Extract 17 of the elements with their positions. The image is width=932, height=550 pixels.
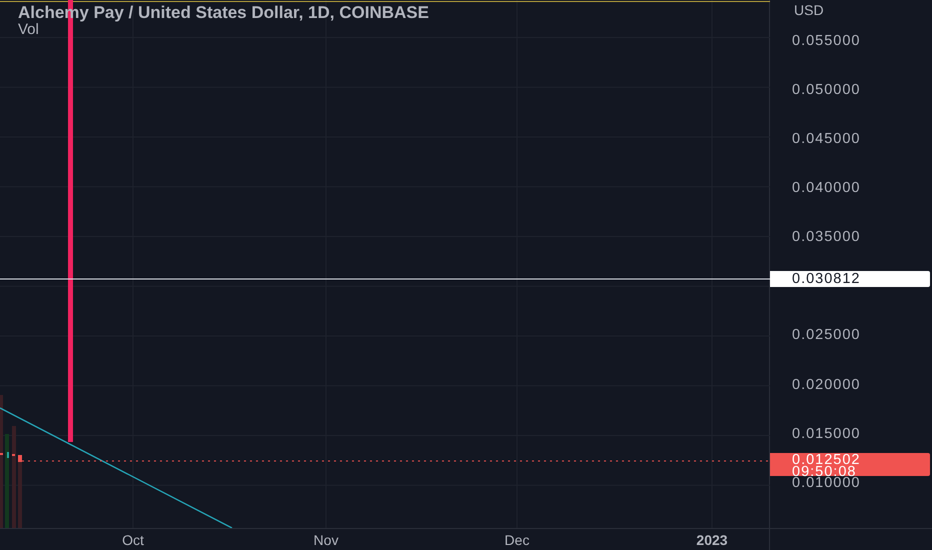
price-label: 0.040000: [792, 180, 860, 196]
price-label: 0.015000: [792, 426, 860, 442]
price-label: 0.055000: [792, 32, 860, 49]
time-label: Dec: [504, 532, 530, 548]
time-label: 2023: [696, 532, 728, 548]
price-label: 0.045000: [792, 130, 860, 147]
indicator-label: Vol: [18, 23, 39, 36]
last-price-tag: 0.012502 09:50:08: [770, 453, 930, 476]
time-label: Oct: [122, 532, 144, 548]
price-label: 0.050000: [792, 82, 860, 98]
price-label: 0.035000: [792, 229, 860, 246]
time-label: Nov: [314, 532, 338, 548]
price-label: 0.020000: [792, 376, 860, 393]
currency-label: USD: [793, 1, 825, 20]
price-label: 0.025000: [792, 327, 860, 344]
crosshair-price-tag: 0.030812: [770, 271, 930, 287]
candlestick-drawing: [0, 452, 22, 462]
